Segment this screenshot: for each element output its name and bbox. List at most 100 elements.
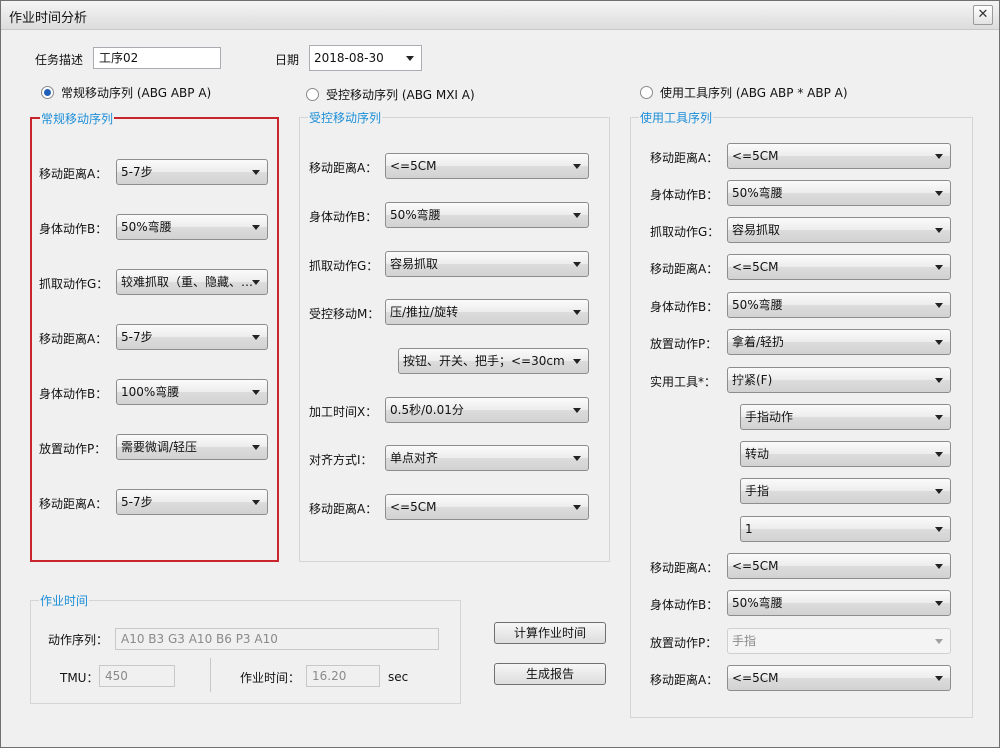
controlled-dropdown-value: 压/推拉/旋转 [390, 305, 459, 319]
radio-controlled[interactable]: 受控移动序列 (ABG MXI A) [306, 86, 475, 103]
controlled-row-label: 抓取动作G： [309, 259, 379, 273]
tool-dropdown[interactable]: <=5CM [727, 143, 951, 169]
tool-dropdown[interactable]: 容易抓取 [727, 217, 951, 243]
general-dropdown[interactable]: 5-7步 [116, 159, 268, 185]
worktime-unit: sec [388, 670, 409, 684]
controlled-dropdown[interactable]: 容易抓取 [385, 251, 589, 277]
tool-dropdown[interactable]: 转动 [740, 441, 951, 467]
radio-tool[interactable]: 使用工具序列 (ABG ABP * ABP A) [640, 84, 848, 101]
tool-row-label: 移动距离A： [650, 561, 719, 575]
controlled-dropdown-value: 50%弯腰 [390, 208, 441, 222]
controlled-dropdown[interactable]: <=5CM [385, 153, 589, 179]
tool-dropdown-value: 拧紧(F) [732, 373, 773, 387]
tool-row-label: 身体动作B： [650, 598, 719, 612]
tool-dropdown[interactable]: 50%弯腰 [727, 590, 951, 616]
controlled-dropdown-value: 容易抓取 [390, 257, 439, 271]
date-picker[interactable]: 2018-08-30 [309, 45, 422, 71]
tool-dropdown-value: 容易抓取 [732, 223, 781, 237]
chevron-down-icon [406, 56, 414, 61]
chevron-down-icon [935, 154, 943, 159]
general-row-label: 移动距离A： [39, 497, 108, 511]
general-dropdown[interactable]: 100%弯腰 [116, 379, 268, 405]
date-label: 日期 [275, 53, 300, 67]
generate-report-button[interactable]: 生成报告 [494, 663, 606, 685]
chevron-down-icon [573, 310, 581, 315]
tool-dropdown[interactable]: 50%弯腰 [727, 292, 951, 318]
chevron-down-icon [252, 500, 260, 505]
chevron-down-icon [573, 505, 581, 510]
general-dropdown[interactable]: 需要微调/轻压 [116, 434, 268, 460]
chevron-down-icon [935, 639, 943, 644]
chevron-down-icon [573, 456, 581, 461]
worktime-field: 16.20 [306, 665, 380, 687]
controlled-row-label: 移动距离A： [309, 502, 378, 516]
controlled-dropdown[interactable]: 压/推拉/旋转 [385, 299, 589, 325]
general-dropdown[interactable]: 5-7步 [116, 489, 268, 515]
chevron-down-icon [573, 408, 581, 413]
tool-dropdown[interactable]: 手指动作 [740, 404, 951, 430]
controlled-dropdown-value: <=5CM [390, 159, 437, 173]
controlled-dropdown[interactable]: 0.5秒/0.01分 [385, 397, 589, 423]
general-dropdown[interactable]: 较难抓取（重、隐藏、… [116, 269, 268, 295]
controlled-dropdown-value: <=5CM [390, 500, 437, 514]
controlled-dropdown[interactable]: 50%弯腰 [385, 202, 589, 228]
chevron-down-icon [573, 262, 581, 267]
general-row-label: 身体动作B： [39, 387, 108, 401]
controlled-row-label: 对齐方式I： [309, 453, 373, 467]
task-input[interactable]: 工序02 [93, 47, 221, 69]
tool-row-label: 实用工具*： [650, 375, 717, 389]
tool-dropdown[interactable]: 拧紧(F) [727, 367, 951, 393]
controlled-row-label: 身体动作B： [309, 210, 378, 224]
title-bar: 作业时间分析 ✕ [1, 1, 999, 30]
chevron-down-icon [935, 452, 943, 457]
tool-dropdown[interactable]: <=5CM [727, 553, 951, 579]
chevron-down-icon [252, 225, 260, 230]
chevron-down-icon [252, 280, 260, 285]
worktime-group-title: 作业时间 [39, 592, 90, 609]
tool-row-label: 放置动作P： [650, 636, 718, 650]
tmu-field: 450 [99, 665, 175, 687]
tool-row-label: 移动距离A： [650, 673, 719, 687]
radio-general[interactable]: 常规移动序列 (ABG ABP A) [41, 84, 211, 101]
radio-general-label: 常规移动序列 (ABG ABP A) [61, 86, 212, 100]
tool-dropdown[interactable]: 50%弯腰 [727, 180, 951, 206]
controlled-group-title: 受控移动序列 [308, 109, 383, 126]
sequence-field: A10 B3 G3 A10 B6 P3 A10 [115, 628, 439, 650]
tool-dropdown[interactable]: 1 [740, 516, 951, 542]
tool-dropdown-value: <=5CM [732, 671, 779, 685]
general-row-label: 移动距离A： [39, 332, 108, 346]
controlled-row-label: 移动距离A： [309, 161, 378, 175]
controlled-dropdown[interactable]: 单点对齐 [385, 445, 589, 471]
tool-row-label: 移动距离A： [650, 262, 719, 276]
client-area: 任务描述 工序02 日期 2018-08-30 常规移动序列 (ABG ABP … [1, 30, 999, 747]
tool-row-label: 身体动作B： [650, 188, 719, 202]
chevron-down-icon [935, 303, 943, 308]
tool-dropdown-value: 手指 [745, 484, 770, 498]
worktime-group: 作业时间 [30, 592, 461, 704]
tool-dropdown[interactable]: <=5CM [727, 665, 951, 691]
window-title: 作业时间分析 [9, 11, 88, 26]
controlled-dropdown[interactable]: <=5CM [385, 494, 589, 520]
tool-group-title: 使用工具序列 [639, 109, 714, 126]
tool-dropdown[interactable]: 拿着/轻扔 [727, 329, 951, 355]
tool-dropdown[interactable]: 手指 [740, 478, 951, 504]
chevron-down-icon [573, 213, 581, 218]
controlled-dropdown-value: 单点对齐 [390, 451, 439, 465]
controlled-dropdown[interactable]: 按钮、开关、把手；<=30cm [398, 348, 589, 374]
tool-dropdown: 手指 [727, 628, 951, 654]
close-button[interactable]: ✕ [973, 5, 993, 25]
general-dropdown[interactable]: 50%弯腰 [116, 214, 268, 240]
chevron-down-icon [935, 415, 943, 420]
worktime-label: 作业时间： [240, 671, 301, 685]
tool-dropdown[interactable]: <=5CM [727, 254, 951, 280]
calculate-worktime-button[interactable]: 计算作业时间 [494, 622, 606, 644]
chevron-down-icon [935, 527, 943, 532]
general-dropdown-value: 50%弯腰 [121, 220, 172, 234]
general-row-label: 身体动作B： [39, 222, 108, 236]
general-dropdown[interactable]: 5-7步 [116, 324, 268, 350]
chevron-down-icon [252, 335, 260, 340]
controlled-dropdown-value: 按钮、开关、把手；<=30cm [403, 354, 565, 368]
tool-dropdown-value: 50%弯腰 [732, 298, 783, 312]
general-dropdown-value: 需要微调/轻压 [121, 440, 198, 454]
task-label: 任务描述 [35, 53, 84, 67]
